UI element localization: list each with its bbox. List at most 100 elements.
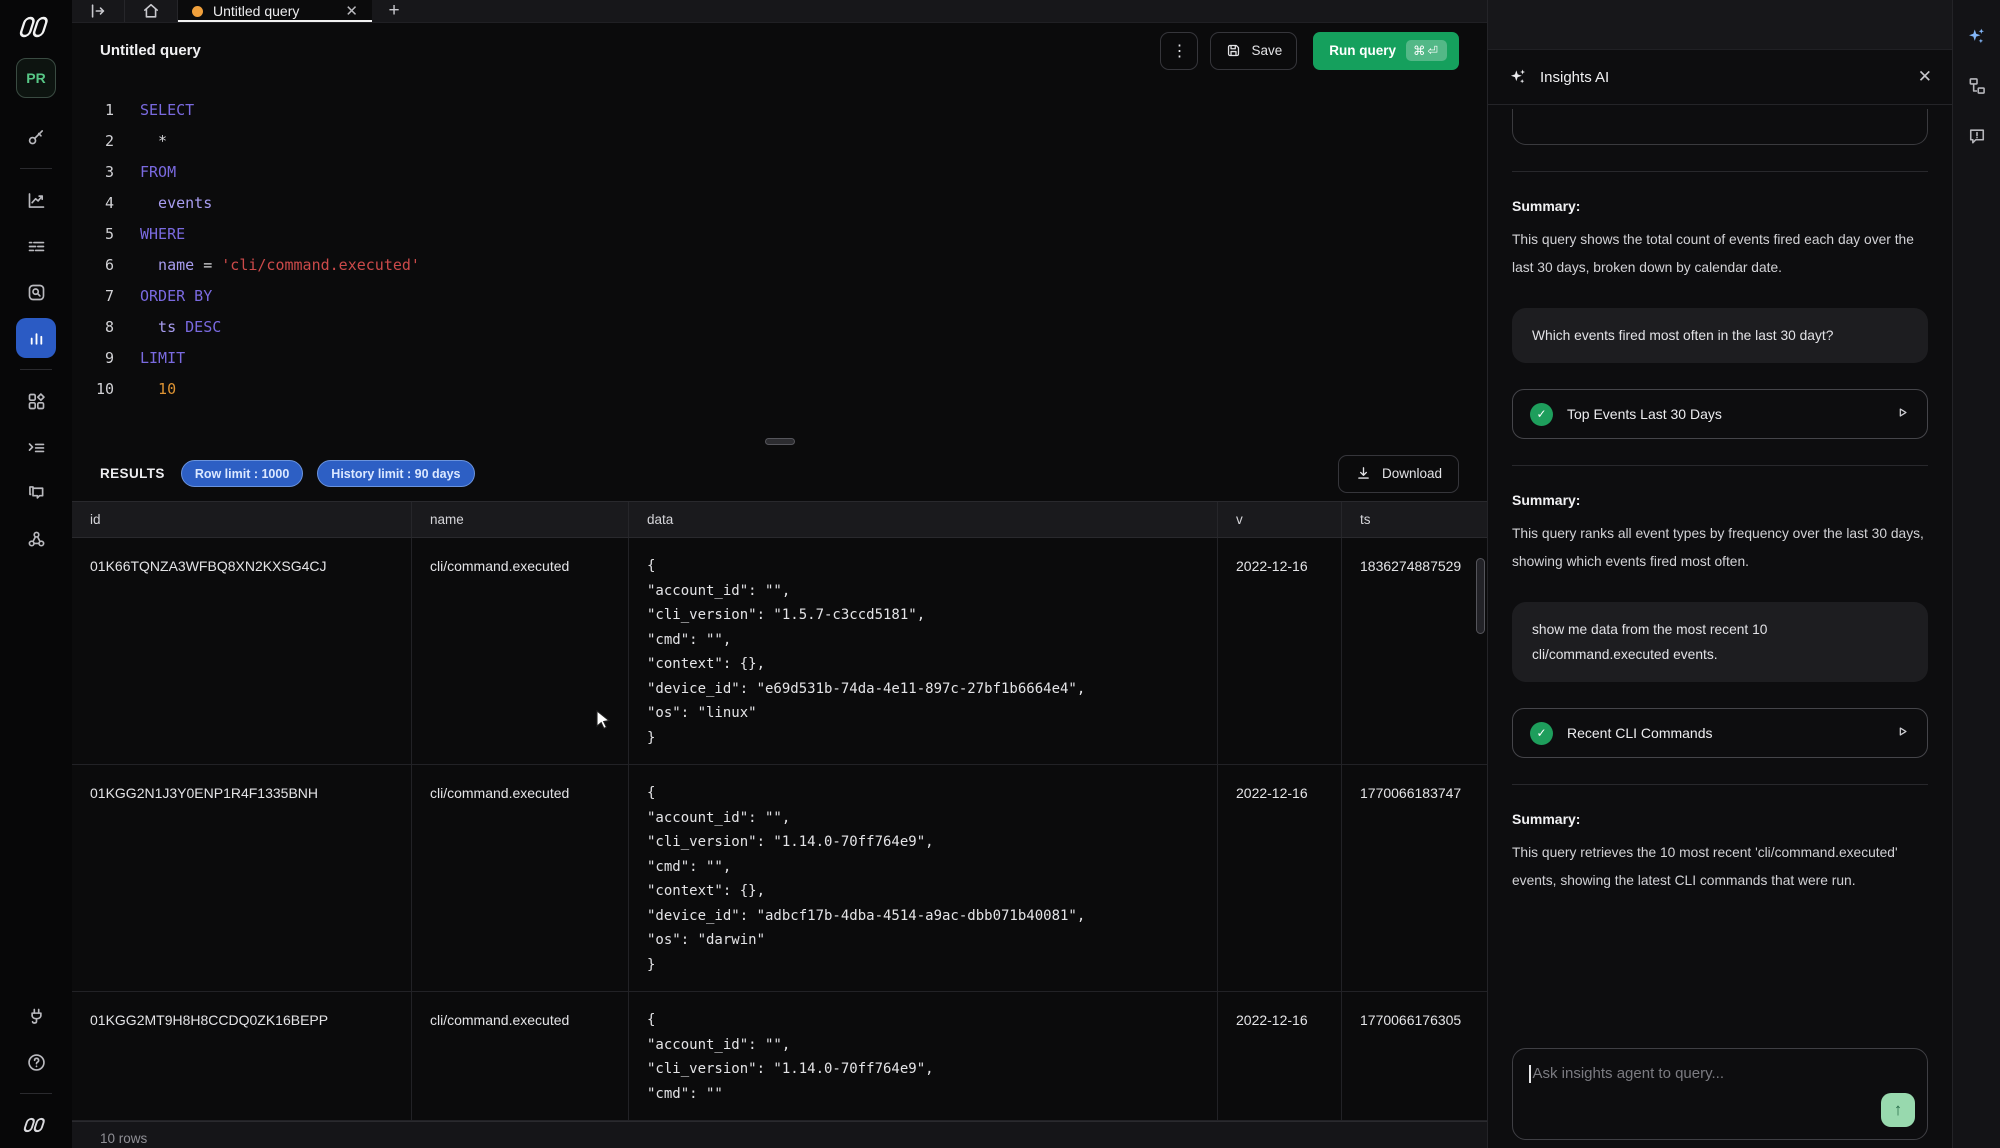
avatar[interactable]: PR	[16, 58, 56, 98]
divider	[1512, 465, 1928, 466]
plug-icon	[26, 1006, 47, 1027]
sidebar-item-flow[interactable]	[16, 519, 56, 559]
play-button[interactable]	[1895, 405, 1910, 424]
logo-small-icon	[23, 1115, 49, 1135]
sql-token: *	[140, 132, 167, 150]
sidebar-item-chat[interactable]	[16, 473, 56, 513]
sidebar-item-logo-small[interactable]	[16, 1105, 56, 1145]
cell-data: { "account_id": "", "cli_version": "1.14…	[629, 992, 1218, 1120]
cell-data: { "account_id": "", "cli_version": "1.5.…	[629, 538, 1218, 764]
sidebar-item-help[interactable]	[16, 1042, 56, 1082]
send-button[interactable]: ↑	[1881, 1093, 1915, 1127]
limit-pill-1[interactable]: History limit : 90 days	[317, 460, 474, 487]
save-button[interactable]: Save	[1210, 32, 1297, 70]
flow-icon	[26, 529, 47, 550]
search-box-icon	[26, 282, 47, 303]
column-header-data[interactable]: data	[629, 502, 1218, 537]
tab-untitled-query[interactable]: Untitled query ✕	[178, 0, 372, 22]
insights-title: Insights AI	[1540, 69, 1906, 86]
column-header-ts[interactable]: ts	[1342, 502, 1487, 537]
close-icon[interactable]: ✕	[1918, 67, 1932, 87]
editor-line: 10 10	[72, 373, 1487, 404]
json-line: "cmd": "",	[647, 855, 1199, 880]
panel-expand-button[interactable]	[72, 0, 124, 22]
strip-feedback-button[interactable]	[1959, 118, 1995, 154]
app-logo-icon	[19, 14, 53, 40]
sql-token: ORDER BY	[140, 287, 212, 305]
json-line: "account_id": "",	[647, 579, 1199, 604]
cell-id: 01KGG2N1J3Y0ENP1R4F1335BNH	[72, 765, 412, 991]
cell-name: cli/command.executed	[412, 765, 629, 991]
home-button[interactable]	[125, 0, 177, 22]
editor-line: 8 ts DESC	[72, 311, 1487, 342]
strip-sparkles-button[interactable]	[1959, 18, 1995, 54]
sidebar-item-terminal[interactable]	[16, 427, 56, 467]
saved-query-card[interactable]: ✓Recent CLI Commands	[1512, 708, 1928, 758]
sidebar-item-chart-line[interactable]	[16, 180, 56, 220]
query-header: Untitled query ⋮ Save Run query ⌘⏎	[72, 23, 1487, 78]
sql-token: FROM	[140, 163, 176, 181]
results-toolbar: RESULTS Row limit : 1000History limit : …	[72, 446, 1487, 501]
more-options-button[interactable]: ⋮	[1160, 32, 1198, 70]
json-line: "cli_version": "1.14.0-70ff764e9",	[647, 830, 1199, 855]
summary-text: This query shows the total count of even…	[1512, 226, 1928, 282]
table-row[interactable]: 01KGG2N1J3Y0ENP1R4F1335BNHcli/command.ex…	[72, 765, 1487, 992]
sidebar-item-plug[interactable]	[16, 996, 56, 1036]
row-count: 10 rows	[100, 1131, 147, 1146]
json-line: "device_id": "e69d531b-74da-4e11-897c-27…	[647, 677, 1199, 702]
sidebar-item-bar-chart[interactable]	[16, 318, 56, 358]
insights-input-placeholder: Ask insights agent to query...	[1533, 1065, 1725, 1082]
sparkles-icon	[1966, 26, 1987, 47]
divider	[20, 168, 52, 169]
limit-pill-0[interactable]: Row limit : 1000	[181, 460, 303, 487]
pane-splitter[interactable]	[72, 436, 1487, 446]
sql-token: ts	[140, 318, 185, 336]
code-line: 10	[118, 380, 176, 398]
help-icon	[26, 1052, 47, 1073]
panel-expand-icon	[88, 1, 108, 21]
save-icon	[1225, 42, 1242, 59]
code-line: *	[118, 132, 167, 150]
key-icon	[26, 127, 47, 148]
column-header-name[interactable]: name	[412, 502, 629, 537]
line-number: 1	[72, 101, 118, 119]
run-query-button[interactable]: Run query ⌘⏎	[1313, 32, 1459, 70]
run-query-label: Run query	[1329, 43, 1396, 58]
column-header-v[interactable]: v	[1218, 502, 1342, 537]
cell-v: 2022-12-16	[1218, 765, 1342, 991]
splitter-handle-icon	[765, 438, 795, 445]
editor-line: 6 name = 'cli/command.executed'	[72, 249, 1487, 280]
sidebar-item-search-box[interactable]	[16, 272, 56, 312]
cell-id: 01K66TQNZA3WFBQ8XN2KXSG4CJ	[72, 538, 412, 764]
new-tab-button[interactable]: +	[372, 0, 416, 22]
sql-editor[interactable]: 1SELECT2 *3FROM4 events5WHERE6 name = 'c…	[72, 78, 1487, 436]
table-row[interactable]: 01K66TQNZA3WFBQ8XN2KXSG4CJcli/command.ex…	[72, 538, 1487, 765]
tab-close-icon[interactable]: ✕	[345, 2, 358, 20]
insights-input[interactable]: Ask insights agent to query... ↑	[1512, 1048, 1928, 1140]
sidebar-item-key[interactable]	[16, 117, 56, 157]
column-header-id[interactable]: id	[72, 502, 412, 537]
sql-token: DESC	[185, 318, 221, 336]
cell-v: 2022-12-16	[1218, 992, 1342, 1120]
strip-tree-button[interactable]	[1959, 68, 1995, 104]
play-button[interactable]	[1895, 724, 1910, 743]
sparkles-icon	[1508, 67, 1528, 87]
editor-line: 1SELECT	[72, 94, 1487, 125]
editor-line: 5WHERE	[72, 218, 1487, 249]
sql-token: =	[203, 256, 221, 274]
saved-query-card[interactable]: ✓Top Events Last 30 Days	[1512, 389, 1928, 439]
json-line: "os": "linux"	[647, 701, 1199, 726]
tab-bar: Untitled query ✕ +	[72, 0, 1487, 23]
vertical-scrollbar[interactable]	[1476, 558, 1485, 634]
json-line: "cli_version": "1.14.0-70ff764e9",	[647, 1057, 1199, 1082]
json-line: "context": {},	[647, 652, 1199, 677]
divider	[1512, 784, 1928, 785]
table-row[interactable]: 01KGG2MT9H8H8CCDQ0ZK16BEPPcli/command.ex…	[72, 992, 1487, 1121]
sidebar-item-grid[interactable]	[16, 381, 56, 421]
terminal-icon	[26, 437, 47, 458]
user-message-bubble: Which events fired most often in the las…	[1512, 308, 1928, 363]
download-button[interactable]: Download	[1338, 455, 1459, 493]
json-line: }	[647, 953, 1199, 978]
json-line: {	[647, 554, 1199, 579]
sidebar-item-list[interactable]	[16, 226, 56, 266]
